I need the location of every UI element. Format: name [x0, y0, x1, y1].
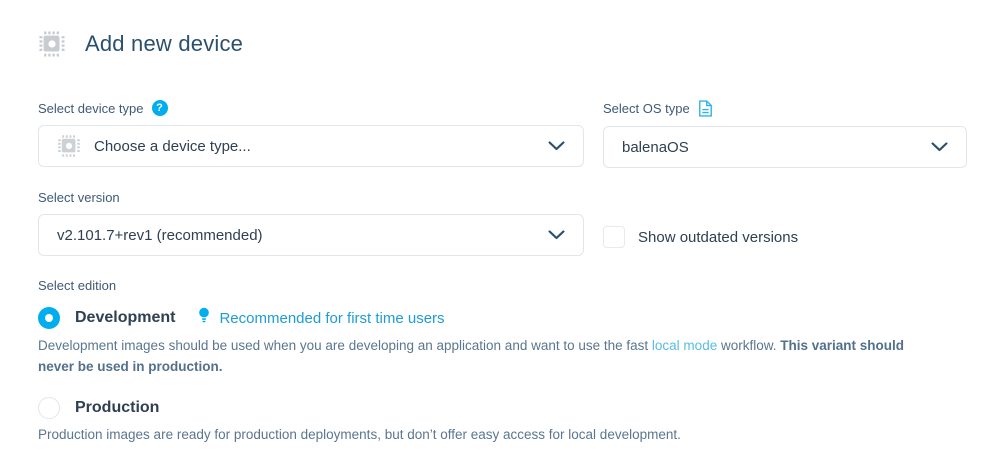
os-type-select[interactable]: balenaOS: [603, 126, 967, 168]
chip-icon: [57, 134, 81, 158]
device-type-field: Select device type ?: [38, 100, 584, 168]
version-label: Select version: [38, 190, 120, 205]
device-type-label-row: Select device type ?: [38, 100, 584, 116]
show-outdated-checkbox[interactable]: [603, 226, 625, 248]
lightbulb-icon: [198, 307, 210, 329]
help-question-icon[interactable]: ?: [152, 100, 168, 116]
version-select[interactable]: v2.101.7+rev1 (recommended): [38, 214, 584, 256]
version-value: v2.101.7+rev1 (recommended): [57, 227, 263, 244]
document-icon[interactable]: [698, 100, 713, 117]
version-label-row: Select version: [38, 190, 584, 205]
edition-option-production: Production: [38, 397, 967, 419]
device-type-select[interactable]: Choose a device type...: [38, 125, 584, 167]
device-type-label: Select device type: [38, 101, 144, 116]
show-outdated-label[interactable]: Show outdated versions: [638, 229, 798, 246]
production-radio[interactable]: [38, 397, 60, 419]
development-radio[interactable]: [38, 307, 60, 329]
os-type-label: Select OS type: [603, 101, 690, 116]
development-radio-label[interactable]: Development: [75, 309, 175, 327]
outdated-versions-field: Show outdated versions: [603, 190, 967, 256]
version-field: Select version v2.101.7+rev1 (recommende…: [38, 190, 584, 256]
device-type-placeholder: Choose a device type...: [94, 138, 251, 155]
development-hint-text: Recommended for first time users: [219, 310, 444, 327]
edition-section: Select edition Development Recommended f…: [38, 278, 967, 446]
chevron-down-icon: [548, 230, 565, 240]
os-type-field: Select OS type balenaOS: [603, 100, 967, 168]
edition-label-row: Select edition: [38, 278, 967, 293]
chevron-down-icon: [931, 142, 948, 152]
development-hint: Recommended for first time users: [198, 307, 444, 329]
production-description: Production images are ready for producti…: [38, 425, 943, 446]
edition-option-development: Development Recommended for first time u…: [38, 307, 967, 329]
chip-icon: [38, 30, 66, 58]
development-desc-text: Development images should be used when y…: [38, 338, 652, 353]
local-mode-link[interactable]: local mode: [652, 338, 717, 353]
edition-label: Select edition: [38, 278, 116, 293]
production-radio-label[interactable]: Production: [75, 399, 159, 417]
os-type-value: balenaOS: [622, 139, 689, 156]
page-header: Add new device: [38, 30, 967, 58]
development-desc-text: workflow.: [717, 338, 780, 353]
os-type-label-row: Select OS type: [603, 100, 967, 117]
chevron-down-icon: [548, 141, 565, 151]
page-title: Add new device: [85, 31, 243, 57]
add-device-page: Add new device Select device type ?: [0, 0, 988, 446]
row-device-os: Select device type ?: [38, 100, 967, 168]
row-version: Select version v2.101.7+rev1 (recommende…: [38, 190, 967, 256]
development-description: Development images should be used when y…: [38, 336, 943, 378]
show-outdated-row: Show outdated versions: [603, 226, 967, 248]
